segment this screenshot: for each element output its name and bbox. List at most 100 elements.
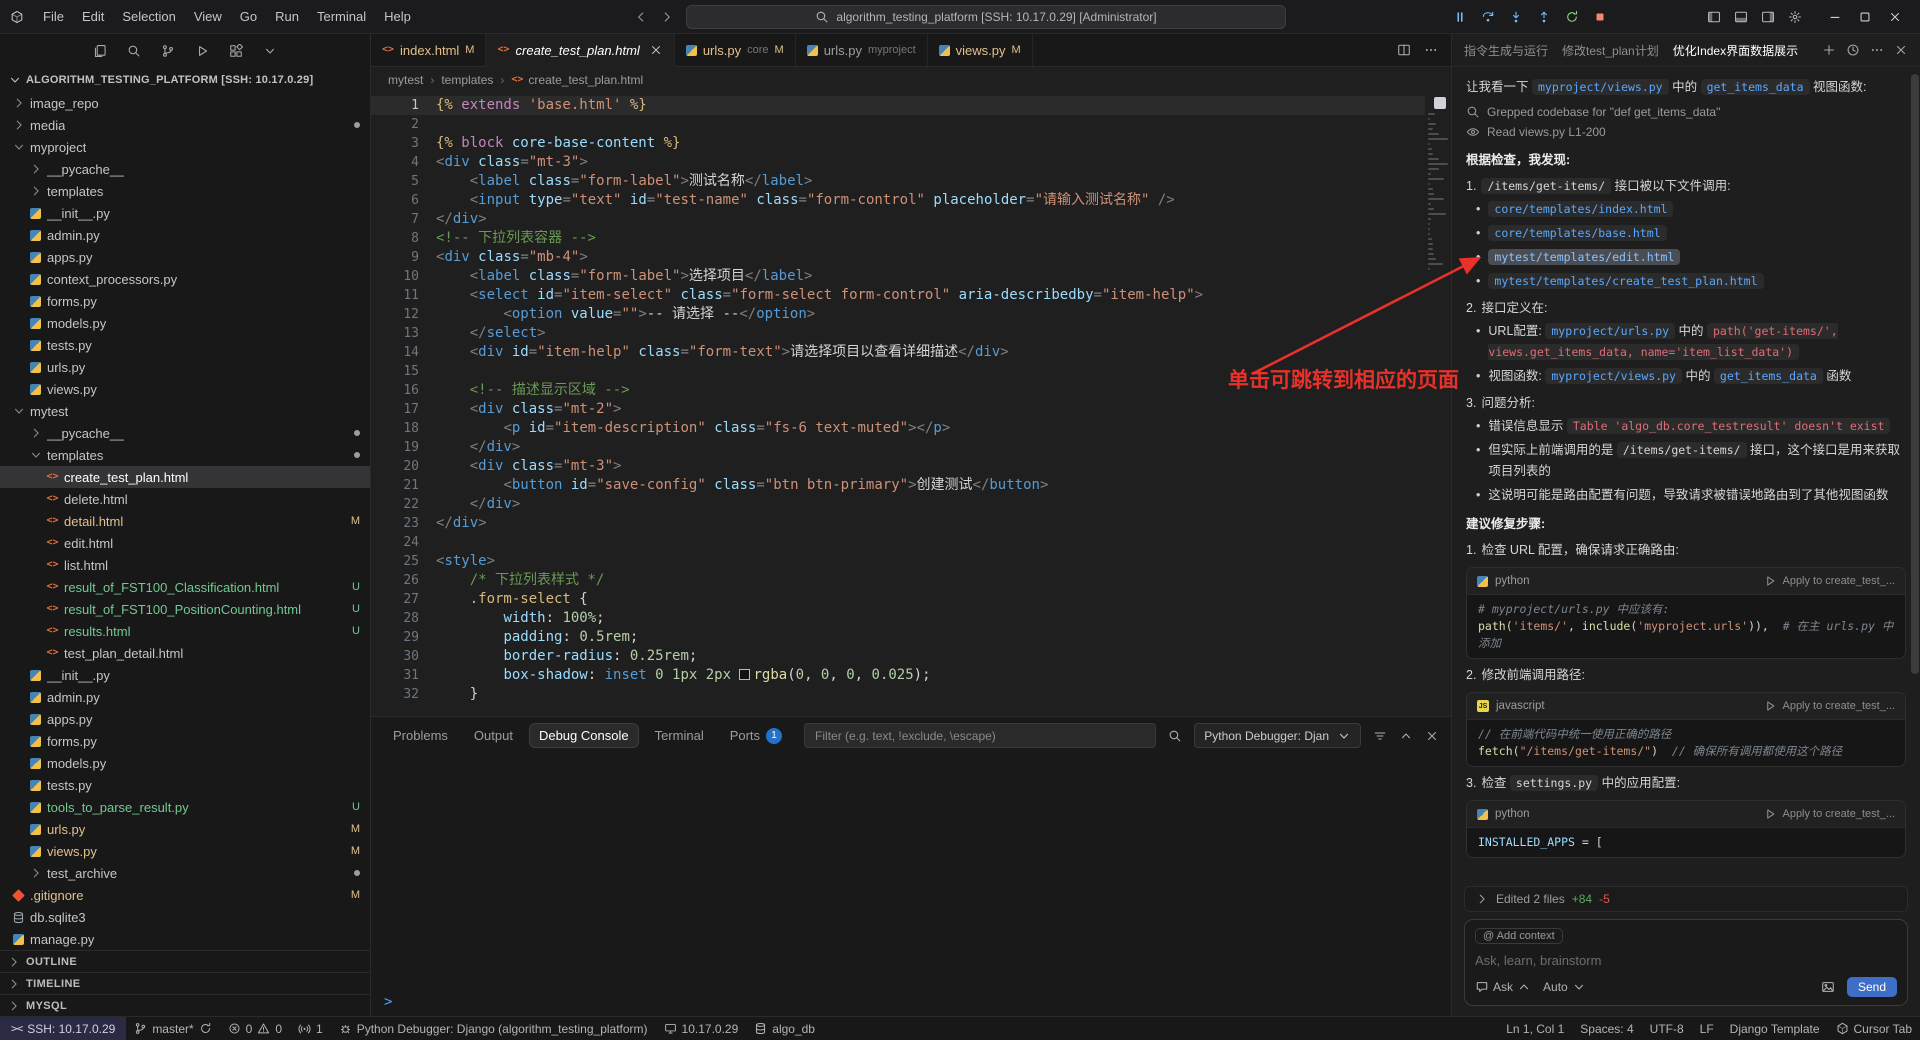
command-center-search[interactable]: algorithm_testing_platform [SSH: 10.17.0… [686, 4, 1286, 29]
bullet-item[interactable]: • 但实际上前端调用的是 /items/get-items/ 接口，这个接口是用来… [1476, 440, 1906, 482]
status-cursor-position[interactable]: Ln 1, Col 1 [1498, 1017, 1572, 1040]
tree-item-manage.py[interactable]: manage.py [0, 928, 370, 950]
menu-file[interactable]: File [34, 6, 73, 27]
sidebar-section-outline[interactable]: OUTLINE [0, 950, 370, 972]
tree-item-results.html[interactable]: <> results.html U [0, 620, 370, 642]
status-ports-forwarded[interactable]: 1 [290, 1017, 331, 1040]
status-host[interactable]: 10.17.0.29 [656, 1017, 747, 1040]
bullet-item[interactable]: • 视图函数: myproject/views.py 中的 get_items_d… [1476, 366, 1906, 387]
menu-edit[interactable]: Edit [73, 6, 113, 27]
tree-item-context_processors.py[interactable]: context_processors.py [0, 268, 370, 290]
tree-item-apps.py[interactable]: apps.py [0, 246, 370, 268]
tree-item-urls.py[interactable]: urls.py M [0, 818, 370, 840]
debug-console-input[interactable]: > [371, 988, 1451, 1016]
status-debug-session[interactable]: Python Debugger: Django (algorithm_testi… [331, 1017, 656, 1040]
send-button[interactable]: Send [1846, 977, 1897, 997]
filter-lines-icon[interactable] [1373, 729, 1387, 743]
bullet-item[interactable]: • core/templates/index.html [1476, 199, 1906, 220]
menu-go[interactable]: Go [231, 6, 266, 27]
apply-button[interactable]: Apply to create_test_... [1763, 805, 1895, 824]
bullet-item[interactable]: • core/templates/base.html [1476, 223, 1906, 244]
extensions-icon[interactable] [229, 44, 243, 58]
tree-item-create_test_plan.html[interactable]: <> create_test_plan.html [0, 466, 370, 488]
restart-button[interactable] [1565, 10, 1579, 24]
status-cursor-tab[interactable]: Cursor Tab [1828, 1017, 1920, 1040]
menu-selection[interactable]: Selection [113, 6, 184, 27]
close-icon[interactable] [1880, 4, 1910, 30]
bullet-item[interactable]: • URL配置: myproject/urls.py 中的 path('get-i… [1476, 321, 1906, 363]
status-encoding[interactable]: UTF-8 [1642, 1017, 1692, 1040]
panel-tab-terminal[interactable]: Terminal [645, 723, 714, 748]
editor-tab-create_test_plan.html[interactable]: <> create_test_plan.html [486, 34, 675, 67]
tool-call[interactable]: Read views.py L1-200 [1466, 122, 1906, 142]
maximize-icon[interactable] [1850, 4, 1880, 30]
more-icon[interactable] [1424, 43, 1438, 57]
history-icon[interactable] [1846, 43, 1860, 57]
code-content[interactable]: 1 {% extends 'base.html' %} 2 3 {% block cor… [371, 93, 1425, 716]
bullet-item[interactable]: • 这说明可能是路由配置有问题，导致请求被错误地路由到了其他视图函数 [1476, 485, 1906, 506]
sidebar-section-timeline[interactable]: TIMELINE [0, 972, 370, 994]
layout-right-icon[interactable] [1761, 10, 1775, 24]
status-branch[interactable]: master* [126, 1017, 219, 1040]
apply-button[interactable]: Apply to create_test_... [1763, 572, 1895, 591]
more-icon[interactable] [1870, 43, 1884, 57]
status-language-mode[interactable]: Django Template [1722, 1017, 1828, 1040]
tree-item-result_of_FST100_Classification.html[interactable]: <> result_of_FST100_Classification.html U [0, 576, 370, 598]
inline-link[interactable]: myproject/urls.py [1545, 323, 1676, 339]
tree-item-models.py[interactable]: models.py [0, 752, 370, 774]
chevron-up-icon[interactable] [1399, 729, 1413, 743]
tree-item-__init__.py[interactable]: __init__.py [0, 664, 370, 686]
play-icon[interactable] [195, 44, 209, 58]
image-icon[interactable] [1821, 980, 1835, 994]
chat-scrollbar[interactable] [1911, 74, 1919, 674]
bullet-item[interactable]: • mytest/templates/create_test_plan.html [1476, 271, 1906, 292]
split-icon[interactable] [1397, 43, 1411, 57]
minimap-slider[interactable] [1434, 97, 1446, 109]
tree-item-image_repo[interactable]: image_repo [0, 92, 370, 114]
explorer-header[interactable]: ALGORITHM_TESTING_PLATFORM [SSH: 10.17.0… [0, 68, 370, 92]
tree-item-models.py[interactable]: models.py [0, 312, 370, 334]
plus-icon[interactable] [1822, 43, 1836, 57]
tree-item-detail.html[interactable]: <> detail.html M [0, 510, 370, 532]
tree-item-forms.py[interactable]: forms.py [0, 290, 370, 312]
tree-item-apps.py[interactable]: apps.py [0, 708, 370, 730]
tree-item-delete.html[interactable]: <> delete.html [0, 488, 370, 510]
bullet-item[interactable]: • 错误信息显示 Table 'algo_db.core_testresult' … [1476, 416, 1906, 437]
search-icon[interactable] [1168, 729, 1182, 743]
add-context-button[interactable]: @ Add context [1475, 928, 1563, 944]
debug-console-output[interactable] [371, 754, 1451, 988]
debug-session-select[interactable]: Python Debugger: Djan [1194, 723, 1361, 748]
tree-item-templates[interactable]: templates [0, 180, 370, 202]
tree-item-result_of_FST100_PositionCounting.html[interactable]: <> result_of_FST100_PositionCounting.html… [0, 598, 370, 620]
menu-view[interactable]: View [185, 6, 231, 27]
tree-item-myproject[interactable]: myproject [0, 136, 370, 158]
status-problems[interactable]: 00 [220, 1017, 290, 1040]
inline-link[interactable]: myproject/views.py [1531, 79, 1669, 95]
search-icon[interactable] [127, 44, 141, 58]
chat-tab[interactable]: 优化Index界面数据展示 [1673, 42, 1798, 59]
pause-button[interactable] [1453, 10, 1467, 24]
tree-item-views.py[interactable]: views.py M [0, 840, 370, 862]
breadcrumb-item[interactable]: <> create_test_plan.html [511, 73, 643, 87]
apply-button[interactable]: Apply to create_test_... [1763, 697, 1895, 716]
step-over-button[interactable] [1481, 10, 1495, 24]
tree-item-db.sqlite3[interactable]: db.sqlite3 [0, 906, 370, 928]
breadcrumb-item[interactable]: templates [441, 73, 493, 87]
editor-tab-urls.py[interactable]: urls.py core M [674, 34, 796, 66]
layout-left-icon[interactable] [1707, 10, 1721, 24]
inline-link[interactable]: get_items_data [1700, 79, 1810, 95]
close-icon[interactable] [649, 43, 663, 57]
tree-item-__init__.py[interactable]: __init__.py [0, 202, 370, 224]
tree-item-tests.py[interactable]: tests.py [0, 334, 370, 356]
edited-files-bar[interactable]: Edited 2 files +84 -5 [1464, 886, 1908, 912]
step-out-button[interactable] [1537, 10, 1551, 24]
tree-item-tests.py[interactable]: tests.py [0, 774, 370, 796]
inline-link[interactable]: mytest/templates/create_test_plan.html [1488, 273, 1764, 289]
gear-icon[interactable] [1788, 10, 1802, 24]
tree-item-list.html[interactable]: <> list.html [0, 554, 370, 576]
status-eol[interactable]: LF [1692, 1017, 1722, 1040]
status-remote[interactable]: >< SSH: 10.17.0.29 [0, 1017, 127, 1040]
console-filter-input[interactable] [804, 723, 1157, 748]
editor-tab-index.html[interactable]: <> index.html M [371, 34, 487, 66]
inline-link[interactable]: get_items_data [1713, 368, 1823, 384]
